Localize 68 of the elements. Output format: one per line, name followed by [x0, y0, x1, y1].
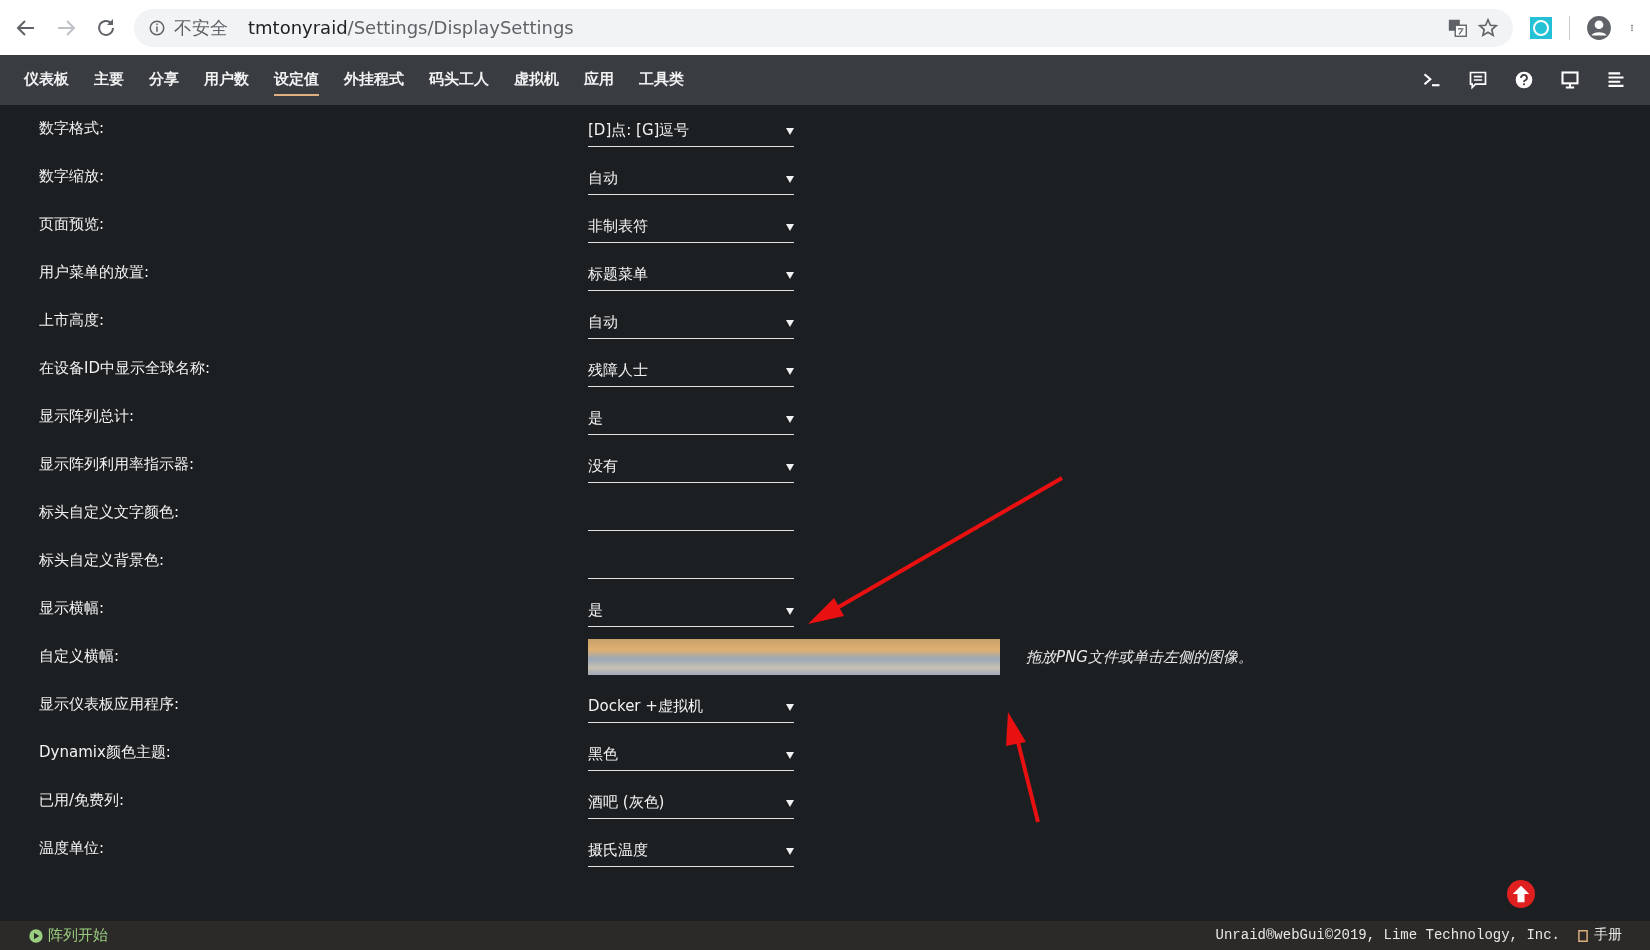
- log-icon[interactable]: [1606, 70, 1626, 90]
- caret-icon: [786, 174, 794, 183]
- nav-tab[interactable]: 设定值: [274, 63, 319, 97]
- select-field[interactable]: 自动: [588, 163, 794, 195]
- select-field[interactable]: 是: [588, 595, 794, 627]
- setting-label: 显示阵列总计:: [38, 406, 136, 427]
- help-icon[interactable]: [1514, 70, 1534, 90]
- setting-label: 页面预览:: [38, 214, 106, 235]
- url-text[interactable]: tmtonyraid/Settings/DisplaySettings: [248, 14, 574, 41]
- setting-label: 用户菜单的放置:: [38, 262, 151, 283]
- select-field[interactable]: 自动: [588, 307, 794, 339]
- hint-text: 拖放PNG文件或单击左侧的图像。: [1026, 646, 1253, 668]
- select-field[interactable]: 没有: [588, 451, 794, 483]
- select-field[interactable]: 酒吧 (灰色): [588, 787, 794, 819]
- select-field[interactable]: 是: [588, 403, 794, 435]
- setting-label: 自定义横幅:: [38, 646, 121, 667]
- caret-icon: [786, 270, 794, 279]
- select-field[interactable]: 摄氏温度: [588, 835, 794, 867]
- book-icon[interactable]: [1576, 928, 1590, 943]
- caret-icon: [786, 750, 794, 759]
- scroll-top-icon[interactable]: [1507, 880, 1535, 908]
- setting-label: 数字格式:: [38, 118, 106, 139]
- select-field[interactable]: Docker +虚拟机: [588, 691, 794, 723]
- nav-tab[interactable]: 工具类: [639, 63, 684, 97]
- play-icon: [28, 927, 44, 944]
- nav-tab[interactable]: 仪表板: [24, 63, 69, 97]
- security-label: 不安全: [174, 16, 228, 40]
- manual-link[interactable]: 手册: [1594, 925, 1622, 946]
- nav-tab[interactable]: 外挂程式: [344, 63, 404, 97]
- caret-icon: [786, 798, 794, 807]
- nav-tab[interactable]: 分享: [149, 63, 179, 97]
- avatar-icon[interactable]: [1586, 14, 1612, 41]
- info-icon[interactable]: [148, 18, 166, 37]
- setting-label: 显示横幅:: [38, 598, 106, 619]
- setting-label: Dynamix颜色主题:: [38, 742, 172, 763]
- feedback-icon[interactable]: [1468, 70, 1488, 90]
- caret-icon: [786, 702, 794, 711]
- monitor-icon[interactable]: [1560, 70, 1580, 90]
- nav-tab[interactable]: 虚拟机: [514, 63, 559, 97]
- setting-label: 标头自定义文字颜色:: [38, 502, 181, 523]
- nav-tab[interactable]: 主要: [94, 63, 124, 97]
- caret-icon: [786, 606, 794, 615]
- caret-icon: [786, 414, 794, 423]
- setting-label: 数字缩放:: [38, 166, 106, 187]
- nav-tab[interactable]: 码头工人: [429, 63, 489, 97]
- caret-icon: [786, 366, 794, 375]
- select-field[interactable]: 非制表符: [588, 211, 794, 243]
- caret-icon: [786, 318, 794, 327]
- setting-label: 显示阵列利用率指示器:: [38, 454, 196, 475]
- copyright-text: Unraid®webGui©2019, Lime Technology, Inc.: [1215, 926, 1560, 945]
- setting-label: 上市高度:: [38, 310, 106, 331]
- setting-label: 已用/免费列:: [38, 790, 126, 811]
- caret-icon: [786, 846, 794, 855]
- star-icon[interactable]: [1477, 16, 1499, 39]
- setting-label: 在设备ID中显示全球名称:: [38, 358, 212, 379]
- setting-label: 显示仪表板应用程序:: [38, 694, 181, 715]
- caret-icon: [786, 222, 794, 231]
- setting-label: 温度单位:: [38, 838, 106, 859]
- caret-icon: [786, 126, 794, 135]
- select-field[interactable]: 残障人士: [588, 355, 794, 387]
- select-field[interactable]: 黑色: [588, 739, 794, 771]
- nav-tab[interactable]: 用户数: [204, 63, 249, 97]
- select-field[interactable]: [D]点: [G]逗号: [588, 115, 794, 147]
- nav-tab[interactable]: 应用: [584, 63, 614, 97]
- caret-icon: [786, 462, 794, 471]
- setting-label: 标头自定义背景色:: [38, 550, 166, 571]
- array-status: 阵列开始: [48, 925, 108, 947]
- select-field[interactable]: 标题菜单: [588, 259, 794, 291]
